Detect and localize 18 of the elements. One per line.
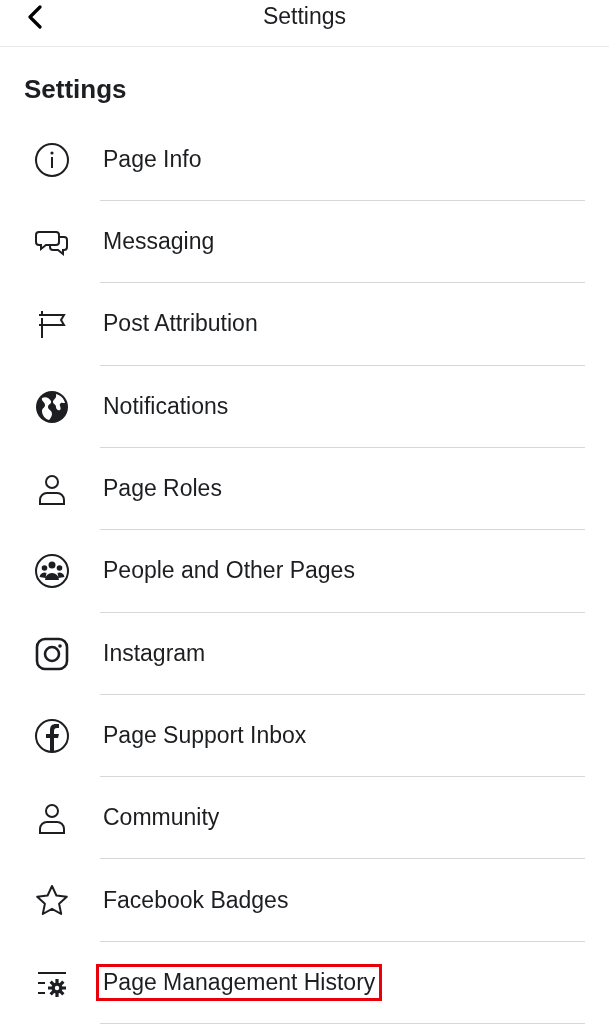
globe-icon bbox=[34, 388, 70, 425]
section-heading: Settings bbox=[24, 72, 128, 106]
menu-item[interactable]: Instagram bbox=[96, 634, 213, 672]
menu-item[interactable]: People and Other Pages bbox=[96, 552, 362, 590]
menu-item[interactable]: Page Roles bbox=[96, 470, 229, 508]
menu-item[interactable]: Page Support Inbox bbox=[96, 716, 314, 754]
menu-item[interactable]: Page Info bbox=[96, 140, 209, 178]
info-icon bbox=[34, 141, 70, 178]
header-title: Settings bbox=[262, 2, 347, 31]
menu-item[interactable]: Post Attribution bbox=[96, 305, 265, 343]
camera-icon bbox=[34, 635, 70, 672]
menu-item[interactable]: Facebook Badges bbox=[96, 881, 296, 919]
menu-item[interactable]: Messaging bbox=[96, 223, 222, 261]
group-icon bbox=[34, 553, 70, 590]
menu-item[interactable]: Page Management History bbox=[96, 963, 383, 1001]
menu-item[interactable]: Community bbox=[96, 799, 227, 837]
facebook-icon bbox=[34, 717, 70, 754]
menu-item[interactable]: Notifications bbox=[96, 387, 236, 425]
